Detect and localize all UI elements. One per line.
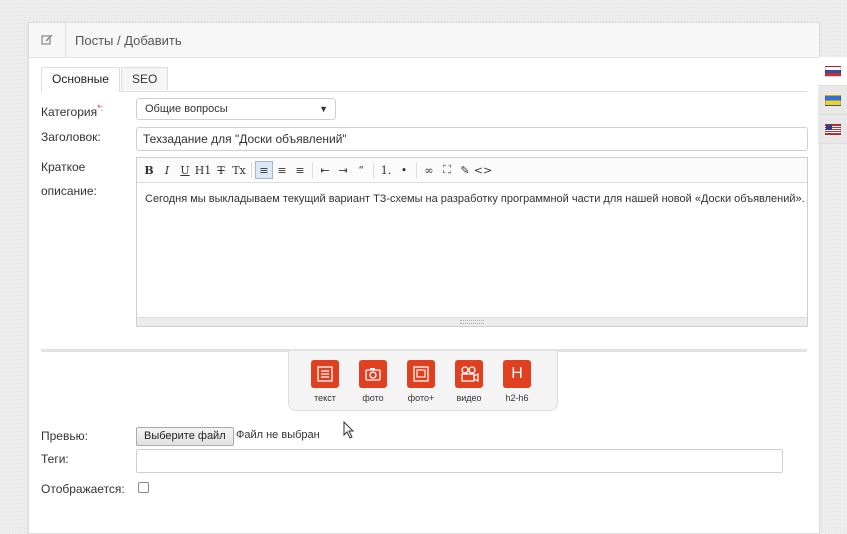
block-label: видео bbox=[456, 393, 482, 403]
page-title: Посты / Добавить bbox=[75, 33, 182, 48]
block-label: h2-h6 bbox=[505, 393, 529, 403]
language-switcher bbox=[818, 57, 847, 144]
blockquote-icon[interactable]: “ bbox=[353, 162, 369, 178]
source-code-icon[interactable]: <> bbox=[474, 162, 492, 178]
flag-us-icon[interactable] bbox=[818, 115, 847, 144]
title-label: Заголовок: bbox=[41, 130, 101, 144]
fullscreen-icon[interactable]: ⛶ bbox=[439, 162, 455, 178]
editor-resize-handle[interactable] bbox=[137, 317, 807, 326]
short-desc-label-line2: описание: bbox=[41, 184, 97, 198]
category-select[interactable]: Общие вопросы ▼ bbox=[136, 98, 336, 120]
category-label: Категория*: bbox=[41, 99, 103, 121]
mouse-cursor-icon bbox=[343, 420, 355, 442]
bold-icon[interactable]: B bbox=[141, 162, 157, 178]
block-label: фото bbox=[362, 393, 384, 403]
align-center-icon[interactable]: ≡ bbox=[274, 162, 290, 178]
heading-block-icon: H bbox=[503, 360, 531, 388]
block-gallery[interactable]: фото+ bbox=[401, 360, 441, 403]
clear-format-icon[interactable]: Tx bbox=[231, 162, 247, 178]
toolbar-separator bbox=[373, 162, 374, 178]
block-photo[interactable]: фото bbox=[353, 360, 393, 403]
flag-ru-icon[interactable] bbox=[818, 57, 847, 86]
block-label: текст bbox=[314, 393, 336, 403]
text-block-icon bbox=[311, 360, 339, 388]
heading-icon[interactable]: H1 bbox=[195, 162, 212, 178]
toolbar-separator bbox=[416, 162, 417, 178]
link-icon[interactable]: ∞ bbox=[421, 162, 437, 178]
required-marker: *: bbox=[97, 103, 104, 113]
indent-icon[interactable]: ⇥ bbox=[335, 162, 351, 178]
category-label-text: Категория bbox=[41, 105, 98, 119]
eraser-icon[interactable]: ✎ bbox=[457, 162, 473, 178]
visible-label: Отображается: bbox=[41, 482, 125, 496]
title-input[interactable]: Техзадание для "Доски объявлений" bbox=[136, 127, 808, 151]
bullet-list-icon[interactable]: • bbox=[396, 162, 412, 178]
short-desc-label: Краткое описание: bbox=[41, 158, 97, 200]
block-heading-block[interactable]: Hh2-h6 bbox=[497, 360, 537, 403]
strikethrough-icon[interactable]: T bbox=[213, 162, 229, 178]
chevron-down-icon: ▼ bbox=[319, 104, 328, 114]
toolbar-separator bbox=[312, 162, 313, 178]
photo-icon bbox=[359, 360, 387, 388]
ordered-list-icon[interactable]: 1. bbox=[378, 162, 394, 178]
edit-icon bbox=[29, 23, 66, 57]
post-add-panel: Посты / Добавить Основные SEO Категория*… bbox=[28, 22, 820, 534]
tags-label: Теги: bbox=[41, 452, 69, 466]
choose-file-button[interactable]: Выберите файл bbox=[136, 427, 234, 446]
file-status: Файл не выбран bbox=[236, 429, 320, 441]
block-label: фото+ bbox=[407, 393, 435, 403]
editor-content[interactable]: Сегодня мы выкладываем текущий вариант Т… bbox=[145, 193, 805, 205]
toolbar-separator bbox=[251, 162, 252, 178]
panel-header: Посты / Добавить bbox=[29, 23, 819, 58]
editor-toolbar: B I U H1 T Tx ≡ ≡ ≡ ⇤ ⇥ “1. • ∞ ⛶ ✎ <> bbox=[137, 158, 807, 183]
content-block-picker: текст фото фото+ видео Hh2-h6 bbox=[288, 351, 558, 411]
align-right-icon[interactable]: ≡ bbox=[292, 162, 308, 178]
flag-ua-icon[interactable] bbox=[818, 86, 847, 115]
underline-icon[interactable]: U bbox=[177, 162, 193, 178]
italic-icon[interactable]: I bbox=[159, 162, 175, 178]
category-select-value: Общие вопросы bbox=[145, 103, 228, 115]
align-left-icon[interactable]: ≡ bbox=[255, 161, 273, 179]
rich-text-editor: B I U H1 T Tx ≡ ≡ ≡ ⇤ ⇥ “1. • ∞ ⛶ ✎ <> Сегодня мы выклад… bbox=[136, 157, 808, 327]
block-text-block[interactable]: текст bbox=[305, 360, 345, 403]
video-icon bbox=[455, 360, 483, 388]
visible-checkbox[interactable] bbox=[138, 482, 149, 493]
tab-main[interactable]: Основные bbox=[41, 67, 120, 92]
short-desc-label-line1: Краткое bbox=[41, 160, 86, 174]
tab-seo[interactable]: SEO bbox=[121, 67, 169, 90]
tab-bar: Основные SEO bbox=[41, 67, 807, 92]
preview-label: Превью: bbox=[41, 429, 88, 443]
gallery-icon bbox=[407, 360, 435, 388]
tags-input[interactable] bbox=[136, 449, 783, 473]
block-video[interactable]: видео bbox=[449, 360, 489, 403]
outdent-icon[interactable]: ⇤ bbox=[317, 162, 333, 178]
